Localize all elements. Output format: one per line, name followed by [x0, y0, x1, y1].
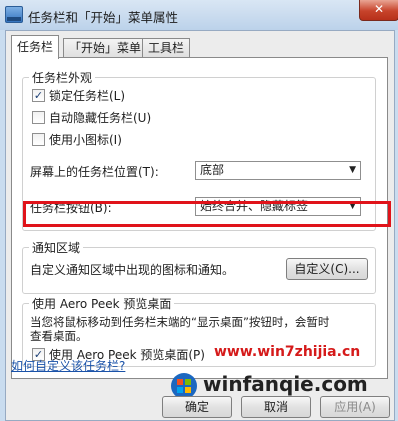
- dialog-body: 任务栏 「开始」菜单 工具栏 任务栏外观 ✓ 锁定任务栏(L) 自动隐藏任务栏(…: [5, 30, 395, 421]
- lock-taskbar-label[interactable]: 锁定任务栏(L): [49, 87, 125, 104]
- group-title-peek: 使用 Aero Peek 预览桌面: [29, 295, 175, 312]
- small-icons-checkbox[interactable]: [32, 133, 45, 146]
- cancel-button[interactable]: 取消: [241, 396, 311, 418]
- highlight-annotation: [23, 201, 391, 227]
- lock-taskbar-checkbox[interactable]: ✓: [32, 89, 45, 102]
- watermark-url: www.win7zhijia.cn: [214, 344, 361, 360]
- chevron-down-icon: ▼: [349, 165, 356, 175]
- ok-button[interactable]: 确定: [162, 396, 232, 418]
- autohide-label[interactable]: 自动隐藏任务栏(U): [49, 109, 151, 126]
- autohide-checkbox[interactable]: [32, 111, 45, 124]
- title-bar[interactable]: 任务栏和「开始」菜单属性 ✕: [0, 0, 398, 30]
- tab-start-menu[interactable]: 「开始」菜单: [63, 38, 148, 58]
- taskbar-app-icon: [5, 6, 23, 23]
- peek-description-line2: 查看桌面。: [30, 329, 88, 343]
- position-select[interactable]: 底部 ▼: [195, 161, 361, 180]
- group-title-notify: 通知区域: [29, 239, 84, 256]
- small-icons-label[interactable]: 使用小图标(I): [49, 131, 122, 148]
- group-title-appearance: 任务栏外观: [29, 69, 96, 86]
- tab-taskbar[interactable]: 任务栏: [11, 35, 60, 59]
- help-link[interactable]: 如何自定义该任务栏?: [11, 357, 125, 374]
- tab-toolbars[interactable]: 工具栏: [142, 38, 191, 58]
- group-notification-area: 通知区域 自定义通知区域中出现的图标和通知。 自定义(C)...: [22, 239, 376, 294]
- window-title: 任务栏和「开始」菜单属性: [28, 10, 179, 25]
- position-select-value: 底部: [200, 163, 225, 177]
- customize-button[interactable]: 自定义(C)...: [286, 258, 368, 280]
- watermark-brand: winfanqie.com: [203, 372, 368, 396]
- notify-description: 自定义通知区域中出现的图标和通知。: [30, 263, 235, 277]
- apply-button[interactable]: 应用(A): [320, 396, 390, 418]
- close-button[interactable]: ✕: [359, 0, 398, 21]
- tab-panel-taskbar: 任务栏外观 ✓ 锁定任务栏(L) 自动隐藏任务栏(U) 使用小图标(I) 屏幕上…: [11, 57, 391, 379]
- position-label: 屏幕上的任务栏位置(T):: [30, 165, 159, 179]
